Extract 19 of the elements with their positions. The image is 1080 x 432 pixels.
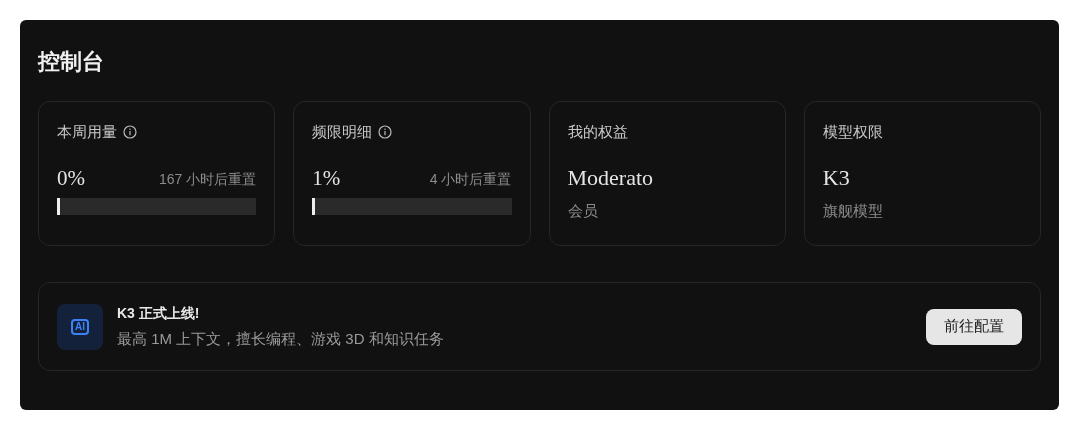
configure-button[interactable]: 前往配置 [926,308,1022,345]
card-subtitle: 会员 [567,201,598,221]
reset-time: 4 小时后重置 [429,170,512,189]
banner-text: 最高 1M 上下文，擅长编程、游戏 3D 和知识任务 [117,328,444,349]
info-icon[interactable] [378,125,393,139]
card-label: 我的权益 [567,121,628,142]
usage-percent: 1% [312,166,341,190]
info-icon[interactable] [123,125,137,139]
card-label: 频限明细 [312,121,373,142]
card-value: K3 [822,166,850,190]
banner-title: K3 正式上线! [117,303,200,323]
ai-chip-icon: AI [57,303,103,350]
card-subtitle: 旗舰模型 [822,201,883,221]
usage-percent: 0% [57,166,85,190]
reset-time: 167 小时后重置 [159,170,257,189]
card-label: 本周用量 [57,121,117,142]
card-label: 模型权限 [822,121,883,142]
card-value: Moderato [567,166,654,190]
page-title: 控制台 [38,48,105,76]
